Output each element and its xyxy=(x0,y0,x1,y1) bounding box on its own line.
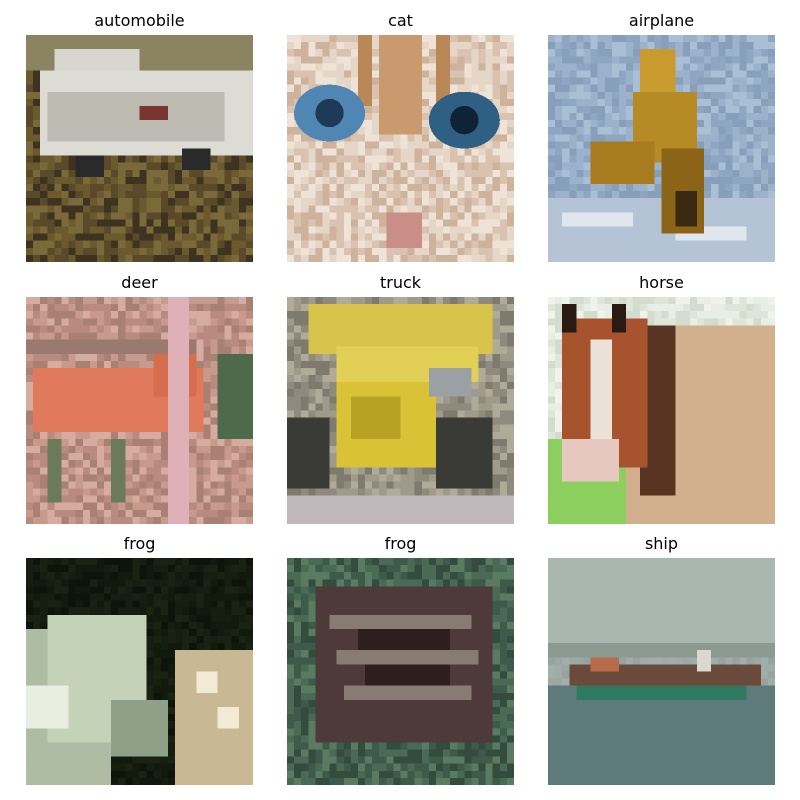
image-region xyxy=(54,49,140,71)
image-label: airplane xyxy=(628,11,695,30)
image-region xyxy=(196,671,218,693)
image-region xyxy=(167,297,190,524)
image-region xyxy=(174,650,253,785)
image-grid: automobile cat airplane deer truck horse frog f… xyxy=(0,0,800,800)
image-region xyxy=(386,212,422,248)
image-region xyxy=(315,98,344,128)
image-region xyxy=(139,105,168,121)
image-region xyxy=(26,685,69,729)
image-region xyxy=(435,417,493,489)
image-region xyxy=(428,367,472,397)
image-region xyxy=(562,212,634,227)
image-region xyxy=(343,685,472,700)
image-tile xyxy=(548,35,775,262)
image-region xyxy=(111,699,168,757)
image-region xyxy=(47,438,62,503)
image-tile xyxy=(287,558,514,785)
image-label: frog xyxy=(123,534,156,553)
image-region xyxy=(576,685,747,700)
image-label: deer xyxy=(121,273,158,292)
image-tile xyxy=(26,558,253,785)
image-region xyxy=(357,35,373,106)
image-region xyxy=(308,304,493,354)
image-region xyxy=(217,706,239,729)
image-region xyxy=(182,148,211,170)
image-label: truck xyxy=(379,273,422,292)
image-label: frog xyxy=(384,534,417,553)
image-label: horse xyxy=(639,273,684,292)
image-tile xyxy=(548,558,775,785)
image-region xyxy=(548,685,775,785)
image-tile xyxy=(26,297,253,524)
image-tile xyxy=(287,35,514,262)
image-region xyxy=(562,304,577,333)
image-tile xyxy=(26,35,253,262)
image-label: automobile xyxy=(94,11,185,30)
image-label: ship xyxy=(644,534,679,553)
image-region xyxy=(675,191,697,227)
image-region xyxy=(287,417,330,489)
image-region xyxy=(590,657,619,672)
image-region xyxy=(365,664,451,686)
image-region xyxy=(450,105,479,135)
image-region xyxy=(379,35,422,135)
image-region xyxy=(548,643,775,658)
image-region xyxy=(329,614,472,629)
image-tile xyxy=(548,297,775,524)
image-region xyxy=(47,91,225,142)
image-region xyxy=(562,438,619,482)
image-region xyxy=(590,141,655,184)
image-label: cat xyxy=(388,11,413,30)
image-region xyxy=(696,650,712,672)
image-region xyxy=(611,304,627,333)
image-region xyxy=(336,650,479,665)
image-tile xyxy=(287,297,514,524)
image-region xyxy=(287,495,514,524)
image-region xyxy=(357,628,451,651)
image-region xyxy=(548,558,775,644)
image-region xyxy=(111,438,126,503)
image-region xyxy=(217,353,253,439)
image-region xyxy=(75,155,105,177)
image-region xyxy=(350,396,401,439)
